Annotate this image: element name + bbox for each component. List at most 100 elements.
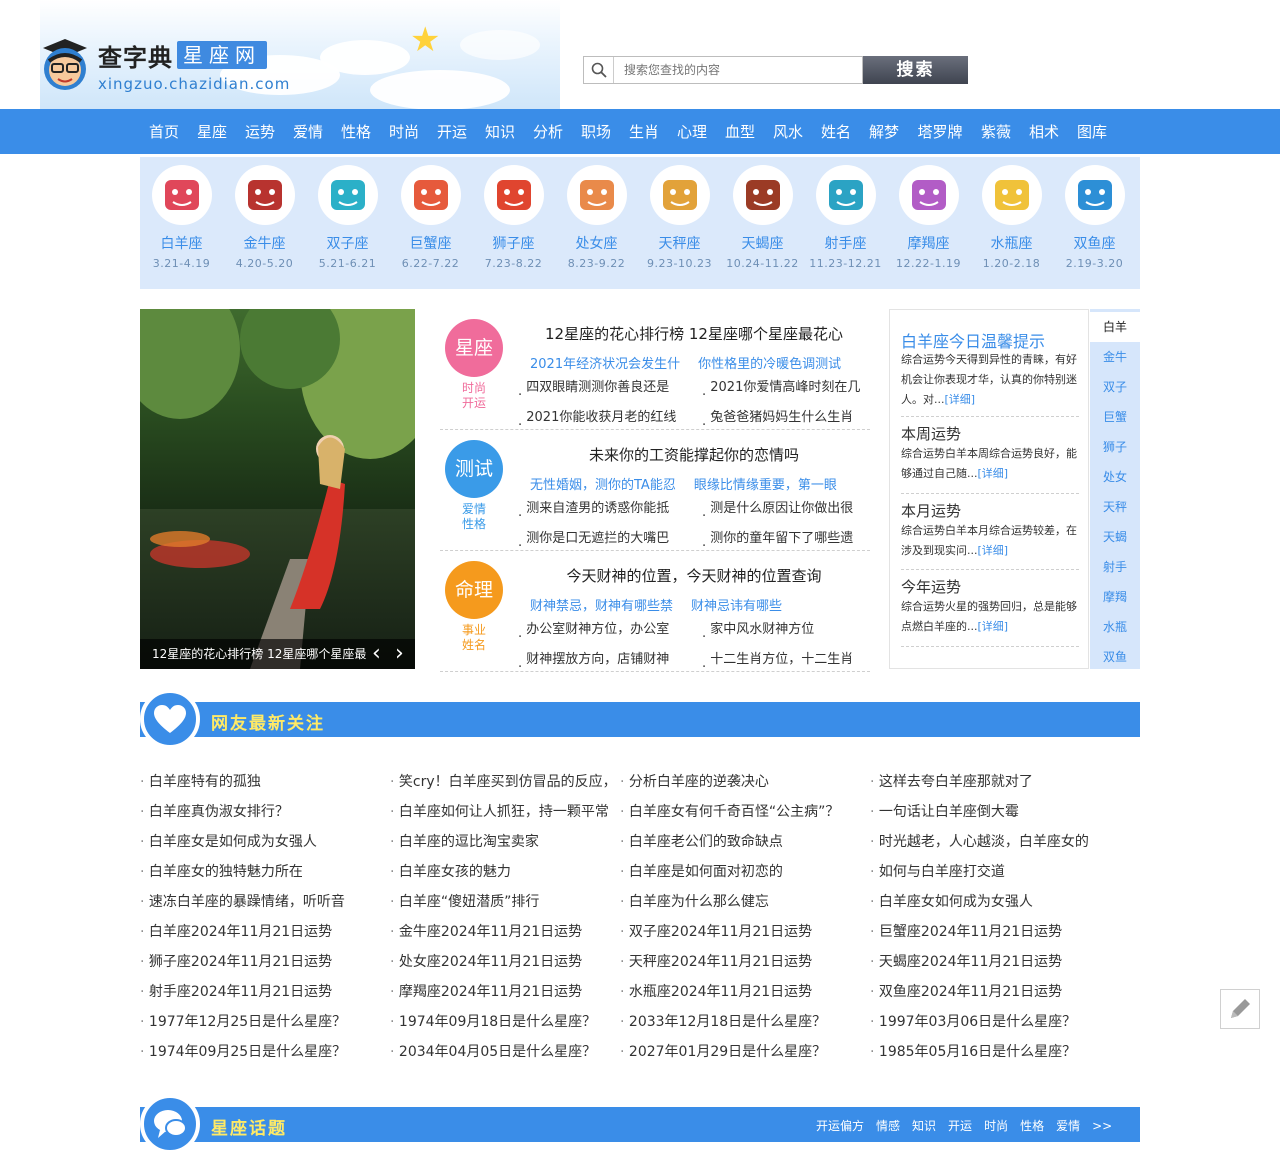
zodiac-item[interactable]: 狮子座 7.23-8.22: [472, 165, 555, 270]
sign-tab[interactable]: 摩羯: [1090, 582, 1140, 612]
tips-week-title[interactable]: 本周运势: [901, 423, 1079, 444]
latest-link[interactable]: 2027年01月29日是什么星座？: [620, 1041, 826, 1061]
latest-link[interactable]: 白羊座2024年11月21日运势: [140, 921, 332, 941]
latest-link[interactable]: 射手座2024年11月21日运势: [140, 981, 332, 1001]
latest-link[interactable]: 摩羯座2024年11月21日运势: [390, 981, 582, 1001]
topic-link[interactable]: 性格: [1020, 1119, 1044, 1133]
article-list-link[interactable]: · 十二生肖方位，十二生肖: [702, 649, 886, 679]
sign-tab[interactable]: 巨蟹: [1090, 402, 1140, 432]
tips-year-title[interactable]: 今年运势: [901, 576, 1079, 597]
latest-link[interactable]: 水瓶座2024年11月21日运势: [620, 981, 812, 1001]
category-badge[interactable]: 命理: [445, 561, 503, 619]
search-input[interactable]: [614, 58, 854, 82]
tips-week-more[interactable]: [详细]: [978, 467, 1009, 480]
topic-link[interactable]: 爱情: [1056, 1119, 1080, 1133]
latest-link[interactable]: 双子座2024年11月21日运势: [620, 921, 812, 941]
latest-link[interactable]: 1974年09月25日是什么星座？: [140, 1041, 346, 1061]
search-button[interactable]: 搜索: [863, 56, 968, 84]
nav-item-0[interactable]: 首页: [140, 121, 188, 142]
zodiac-item[interactable]: 水瓶座 1.20-2.18: [970, 165, 1053, 270]
nav-item-9[interactable]: 职场: [572, 121, 620, 142]
article-highlight-link[interactable]: 眼缘比情缘重要，第一眼: [694, 474, 837, 493]
nav-item-13[interactable]: 风水: [764, 121, 812, 142]
article-list-link[interactable]: · 财神摆放方向，店铺财神: [518, 649, 702, 679]
latest-link[interactable]: 1985年05月16日是什么星座？: [870, 1041, 1076, 1061]
sign-tab[interactable]: 水瓶: [1090, 612, 1140, 642]
latest-link[interactable]: 如何与白羊座打交道: [870, 861, 1005, 881]
zodiac-item[interactable]: 摩羯座 12.22-1.19: [887, 165, 970, 270]
latest-link[interactable]: 白羊座女的独特魅力所在: [140, 861, 303, 881]
zodiac-item[interactable]: 天蝎座 10.24-11.22: [721, 165, 804, 270]
nav-item-16[interactable]: 塔罗牌: [908, 121, 972, 142]
latest-link[interactable]: 白羊座女如何成为女强人: [870, 891, 1033, 911]
category-badge[interactable]: 测试: [445, 440, 503, 498]
tips-month-more[interactable]: [详细]: [978, 544, 1009, 557]
nav-item-5[interactable]: 时尚: [380, 121, 428, 142]
nav-item-19[interactable]: 图库: [1068, 121, 1116, 142]
latest-link[interactable]: 白羊座女是如何成为女强人: [140, 831, 317, 851]
zodiac-item[interactable]: 白羊座 3.21-4.19: [140, 165, 223, 270]
article-headline[interactable]: 未来你的工资能撑起你的恋情吗: [518, 444, 870, 465]
article-list-link[interactable]: · 四双眼睛测测你善良还是: [518, 377, 702, 407]
latest-link[interactable]: 白羊座特有的孤独: [140, 771, 261, 791]
tips-today-more[interactable]: [详细]: [945, 393, 976, 406]
latest-link[interactable]: 1997年03月06日是什么星座？: [870, 1011, 1076, 1031]
nav-item-7[interactable]: 知识: [476, 121, 524, 142]
latest-link[interactable]: 白羊座为什么那么健忘: [620, 891, 769, 911]
sign-tab[interactable]: 白羊: [1090, 312, 1140, 342]
tips-month-title[interactable]: 本月运势: [901, 500, 1079, 521]
sign-tab[interactable]: 金牛: [1090, 342, 1140, 372]
nav-item-2[interactable]: 运势: [236, 121, 284, 142]
category-sub-link[interactable]: 爱情: [445, 502, 503, 517]
sign-tab[interactable]: 射手: [1090, 552, 1140, 582]
category-sub-link[interactable]: 开运: [445, 396, 503, 411]
nav-item-4[interactable]: 性格: [332, 121, 380, 142]
latest-link[interactable]: 这样去夸白羊座那就对了: [870, 771, 1033, 791]
article-list-link[interactable]: · 办公室财神方位，办公室: [518, 619, 702, 649]
latest-link[interactable]: 白羊座女孩的魅力: [390, 861, 511, 881]
article-headline[interactable]: 今天财神的位置，今天财神的位置查询: [518, 565, 870, 586]
topic-more-link[interactable]: >>: [1092, 1119, 1112, 1133]
next-arrow-icon[interactable]: ›: [395, 643, 404, 665]
latest-link[interactable]: 一句话让白羊座倒大霉: [870, 801, 1019, 821]
latest-link[interactable]: 白羊座是如何面对初恋的: [620, 861, 783, 881]
latest-link[interactable]: 狮子座2024年11月21日运势: [140, 951, 332, 971]
category-badge[interactable]: 星座: [445, 319, 503, 377]
nav-item-11[interactable]: 心理: [668, 121, 716, 142]
article-list-link[interactable]: · 测是什么原因让你做出很: [702, 498, 886, 528]
zodiac-item[interactable]: 天秤座 9.23-10.23: [638, 165, 721, 270]
latest-link[interactable]: 速冻白羊座的暴躁情绪，听听音: [140, 891, 345, 911]
nav-item-18[interactable]: 相术: [1020, 121, 1068, 142]
nav-item-10[interactable]: 生肖: [620, 121, 668, 142]
edit-pencil-icon[interactable]: [1220, 989, 1260, 1029]
article-list-link[interactable]: · 测来自渣男的诱惑你能抵: [518, 498, 702, 528]
article-headline[interactable]: 12星座的花心排行榜 12星座哪个星座最花心: [518, 323, 870, 344]
latest-link[interactable]: 巨蟹座2024年11月21日运势: [870, 921, 1062, 941]
zodiac-item[interactable]: 巨蟹座 6.22-7.22: [389, 165, 472, 270]
sign-tab[interactable]: 双子: [1090, 372, 1140, 402]
category-sub-link[interactable]: 姓名: [445, 638, 503, 653]
topic-link[interactable]: 时尚: [984, 1119, 1008, 1133]
tips-title[interactable]: 白羊座今日温馨提示: [901, 328, 1045, 352]
topic-link[interactable]: 开运偏方: [816, 1119, 864, 1133]
nav-item-14[interactable]: 姓名: [812, 121, 860, 142]
sign-tab[interactable]: 狮子: [1090, 432, 1140, 462]
site-logo[interactable]: 查字典 星座网 xingzuo.chazidian.com: [40, 37, 290, 93]
article-list-link[interactable]: · 家中风水财神方位: [702, 619, 886, 649]
sign-tab[interactable]: 天秤: [1090, 492, 1140, 522]
latest-link[interactable]: 白羊座真伪淑女排行？: [140, 801, 289, 821]
latest-link[interactable]: 白羊座老公们的致命缺点: [620, 831, 783, 851]
article-highlight-link[interactable]: 无性婚姻，测你的TA能忍: [530, 474, 676, 493]
article-highlight-link[interactable]: 财神忌讳有哪些: [691, 595, 782, 614]
zodiac-item[interactable]: 处女座 8.23-9.22: [555, 165, 638, 270]
topic-link[interactable]: 情感: [876, 1119, 900, 1133]
latest-link[interactable]: 处女座2024年11月21日运势: [390, 951, 582, 971]
latest-link[interactable]: 笑cry！白羊座买到仿冒品的反应，: [390, 771, 615, 791]
nav-item-6[interactable]: 开运: [428, 121, 476, 142]
zodiac-item[interactable]: 射手座 11.23-12.21: [804, 165, 887, 270]
latest-link[interactable]: 天蝎座2024年11月21日运势: [870, 951, 1062, 971]
latest-link[interactable]: 双鱼座2024年11月21日运势: [870, 981, 1062, 1001]
tips-year-more[interactable]: [详细]: [978, 620, 1009, 633]
nav-item-12[interactable]: 血型: [716, 121, 764, 142]
nav-item-15[interactable]: 解梦: [860, 121, 908, 142]
